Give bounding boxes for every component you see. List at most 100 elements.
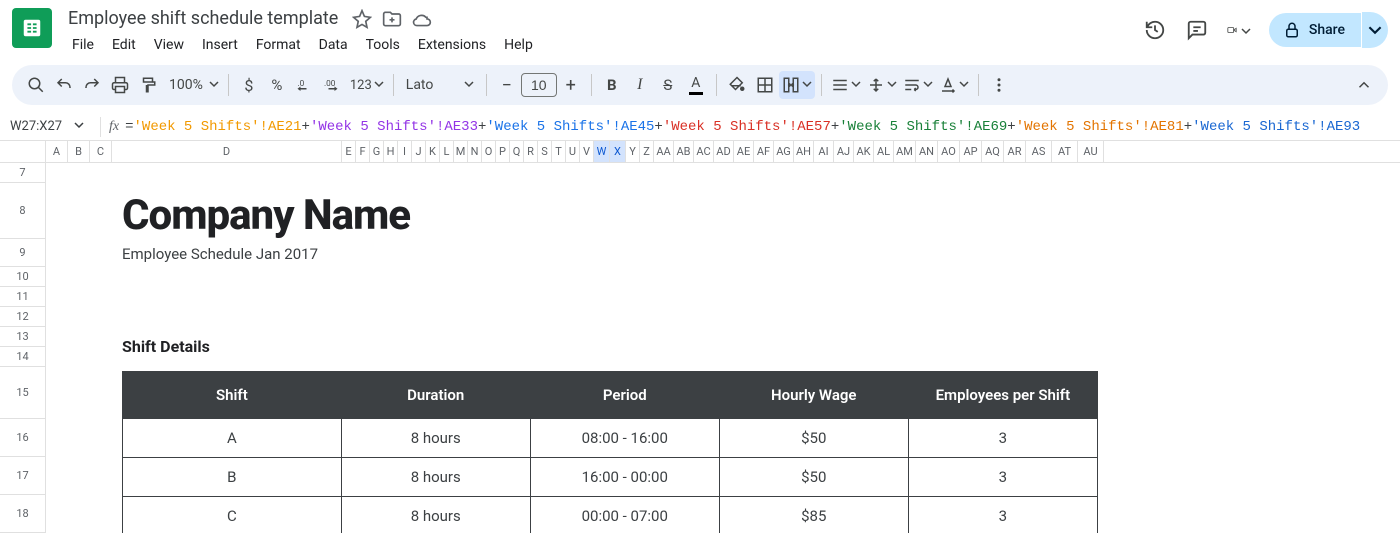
col-header-AL[interactable]: AL [874, 141, 894, 162]
menu-data[interactable]: Data [311, 33, 356, 57]
col-header-I[interactable]: I [398, 141, 412, 162]
col-header-V[interactable]: V [580, 141, 594, 162]
col-header-AU[interactable]: AU [1078, 141, 1104, 162]
text-color-icon[interactable]: A [682, 71, 710, 99]
strikethrough-icon[interactable]: S [654, 71, 682, 99]
col-header-AQ[interactable]: AQ [982, 141, 1004, 162]
search-icon[interactable] [22, 71, 50, 99]
borders-icon[interactable] [751, 71, 779, 99]
font-size-input[interactable] [521, 73, 557, 97]
share-button[interactable]: Share [1269, 13, 1361, 47]
col-header-AI[interactable]: AI [814, 141, 834, 162]
row-header-8[interactable]: 8 [0, 183, 46, 239]
font-size-increase[interactable]: + [557, 71, 585, 99]
sheets-logo[interactable] [12, 8, 52, 48]
col-header-O[interactable]: O [482, 141, 496, 162]
row-header-14[interactable]: 14 [0, 347, 46, 367]
col-header-AP[interactable]: AP [960, 141, 982, 162]
collapse-toolbar-icon[interactable] [1350, 71, 1378, 99]
col-header-AF[interactable]: AF [754, 141, 774, 162]
col-header-B[interactable]: B [68, 141, 90, 162]
col-header-AD[interactable]: AD [714, 141, 734, 162]
menu-edit[interactable]: Edit [104, 33, 144, 57]
col-header-H[interactable]: H [384, 141, 398, 162]
col-header-E[interactable]: E [342, 141, 356, 162]
row-header-7[interactable]: 7 [0, 163, 46, 183]
col-header-U[interactable]: U [566, 141, 580, 162]
row-header-16[interactable]: 16 [0, 419, 46, 457]
menu-help[interactable]: Help [496, 33, 541, 57]
formula-input[interactable]: ='Week 5 Shifts'!AE21+'Week 5 Shifts'!AE… [125, 119, 1360, 135]
more-toolbar-icon[interactable] [985, 71, 1013, 99]
font-family-select[interactable]: Lato [400, 77, 480, 93]
col-header-S[interactable]: S [538, 141, 552, 162]
col-header-N[interactable]: N [468, 141, 482, 162]
italic-icon[interactable]: I [626, 71, 654, 99]
col-header-C[interactable]: C [90, 141, 112, 162]
increase-decimal-icon[interactable]: .00 [319, 71, 347, 99]
font-size-decrease[interactable]: − [493, 71, 521, 99]
history-icon[interactable] [1143, 18, 1167, 42]
paint-format-icon[interactable] [134, 71, 162, 99]
cloud-status-icon[interactable] [412, 9, 432, 29]
col-header-M[interactable]: M [454, 141, 468, 162]
menu-extensions[interactable]: Extensions [410, 33, 494, 57]
col-header-A[interactable]: A [46, 141, 68, 162]
zoom-select[interactable]: 100% [162, 71, 222, 99]
row-header-17[interactable]: 17 [0, 457, 46, 495]
name-box[interactable]: W27:X27 [6, 119, 92, 134]
row-headers[interactable]: 789101112131415161718 [0, 163, 46, 533]
col-header-AO[interactable]: AO [938, 141, 960, 162]
col-header-F[interactable]: F [356, 141, 370, 162]
fill-color-icon[interactable] [723, 71, 751, 99]
col-header-AB[interactable]: AB [674, 141, 694, 162]
row-header-11[interactable]: 11 [0, 287, 46, 307]
menu-format[interactable]: Format [248, 33, 309, 57]
move-icon[interactable] [382, 9, 402, 29]
col-header-R[interactable]: R [524, 141, 538, 162]
menu-tools[interactable]: Tools [358, 33, 408, 57]
row-header-12[interactable]: 12 [0, 307, 46, 327]
col-header-AM[interactable]: AM [894, 141, 916, 162]
column-headers[interactable]: ABCDEFGHIJKLMNOPQRSTUVWXYZAAABACADAEAFAG… [0, 141, 1400, 163]
meet-button[interactable] [1227, 18, 1251, 42]
menu-file[interactable]: File [64, 33, 102, 57]
col-header-Z[interactable]: Z [640, 141, 654, 162]
percent-icon[interactable]: % [263, 71, 291, 99]
col-header-P[interactable]: P [496, 141, 510, 162]
col-header-Q[interactable]: Q [510, 141, 524, 162]
menu-view[interactable]: View [146, 33, 192, 57]
col-header-D[interactable]: D [112, 141, 342, 162]
comment-icon[interactable] [1185, 18, 1209, 42]
col-header-AA[interactable]: AA [654, 141, 674, 162]
document-title[interactable]: Employee shift schedule template [64, 6, 342, 31]
bold-icon[interactable]: B [598, 71, 626, 99]
row-header-13[interactable]: 13 [0, 327, 46, 347]
col-header-AN[interactable]: AN [916, 141, 938, 162]
col-header-AC[interactable]: AC [694, 141, 714, 162]
col-header-T[interactable]: T [552, 141, 566, 162]
undo-icon[interactable] [50, 71, 78, 99]
redo-icon[interactable] [78, 71, 106, 99]
decrease-decimal-icon[interactable]: .0 [291, 71, 319, 99]
col-header-AG[interactable]: AG [774, 141, 794, 162]
menu-insert[interactable]: Insert [194, 33, 246, 57]
col-header-AT[interactable]: AT [1052, 141, 1078, 162]
share-dropdown[interactable] [1362, 12, 1388, 48]
row-header-10[interactable]: 10 [0, 267, 46, 287]
col-header-AK[interactable]: AK [854, 141, 874, 162]
star-icon[interactable] [352, 9, 372, 29]
select-all-corner[interactable] [0, 141, 46, 162]
more-formats[interactable]: 123 [347, 71, 387, 99]
text-rotation-icon[interactable] [936, 71, 972, 99]
merge-cells-icon[interactable] [779, 71, 815, 99]
col-header-G[interactable]: G [370, 141, 384, 162]
col-header-AJ[interactable]: AJ [834, 141, 854, 162]
horizontal-align-icon[interactable] [828, 71, 864, 99]
col-header-X[interactable]: X [610, 141, 626, 162]
currency-icon[interactable]: $ [235, 71, 263, 99]
col-header-W[interactable]: W [594, 141, 610, 162]
col-header-AE[interactable]: AE [734, 141, 754, 162]
col-header-Y[interactable]: Y [626, 141, 640, 162]
row-header-9[interactable]: 9 [0, 239, 46, 267]
